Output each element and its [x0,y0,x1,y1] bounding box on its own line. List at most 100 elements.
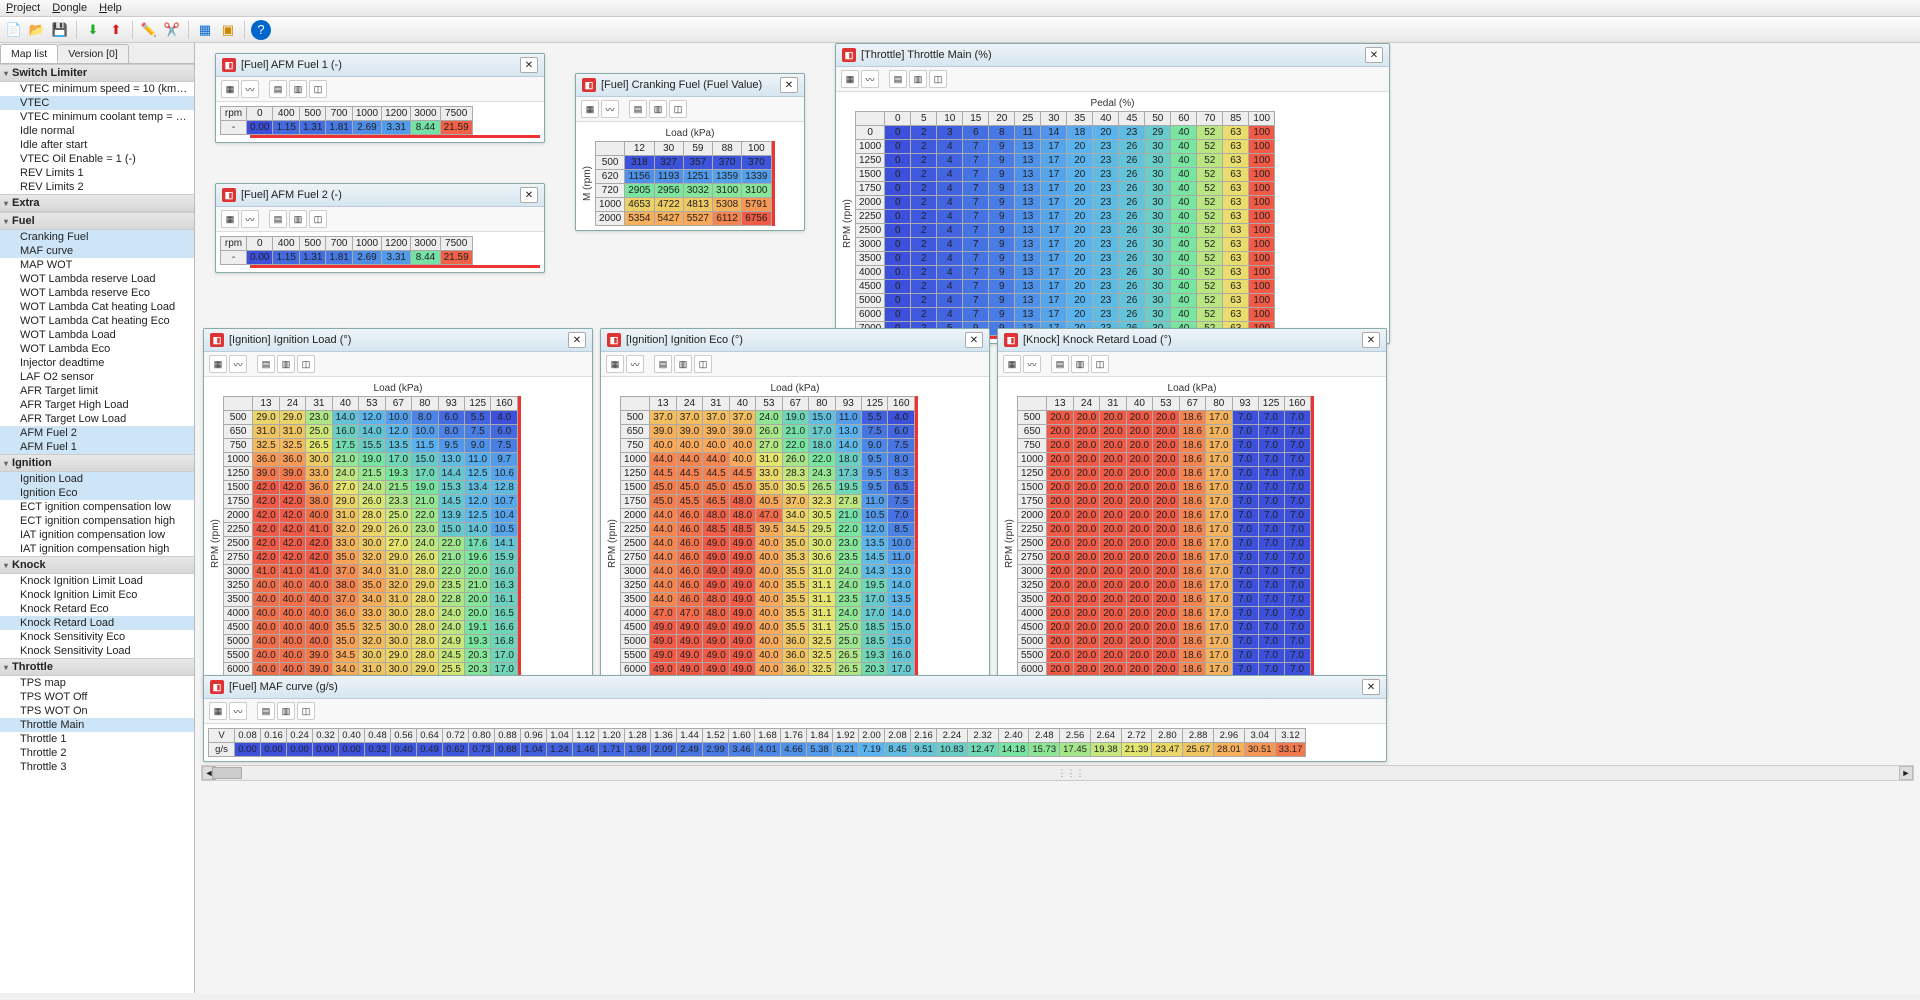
cell[interactable]: 15.0 [412,453,438,467]
cell[interactable]: 16.5 [491,607,517,621]
cell[interactable]: 40.0 [279,649,305,663]
cell[interactable]: 37.0 [729,411,755,425]
cell[interactable]: 7.0 [1284,523,1310,537]
grid-view-icon[interactable]: ▦ [209,702,227,720]
cell[interactable]: 9.5 [438,439,464,453]
cell[interactable]: 29.0 [385,551,411,565]
cell[interactable]: 33.0 [756,467,782,481]
cell[interactable]: 1.71 [599,743,625,757]
cell[interactable]: 33.0 [359,607,385,621]
cell[interactable]: 18.6 [1179,411,1205,425]
cell[interactable]: 40 [1171,238,1197,252]
cell[interactable]: 21.0 [412,495,438,509]
cell[interactable]: 18.6 [1179,635,1205,649]
cell[interactable]: 4 [937,224,963,238]
cell[interactable]: 30 [1145,252,1171,266]
cell[interactable]: 21.0 [438,551,464,565]
grid-view-icon[interactable]: ▦ [1003,355,1021,373]
cell[interactable]: 26.5 [306,439,332,453]
cell[interactable]: 10.7 [491,495,517,509]
sidebar-item[interactable]: WOT Lambda Cat heating Load [0,300,194,314]
cell[interactable]: 20.0 [1047,537,1073,551]
cell[interactable]: 7.0 [1258,411,1284,425]
cell[interactable]: 20.0 [1153,425,1179,439]
cell[interactable]: 8.3 [888,467,914,481]
cell[interactable]: 22.0 [412,509,438,523]
cell[interactable]: 13 [1015,294,1041,308]
cell[interactable]: 17 [1041,140,1067,154]
sidebar-item[interactable]: ECT ignition compensation low [0,500,194,514]
cell[interactable]: 40.0 [306,509,332,523]
sidebar-item[interactable]: AFR Target Low Load [0,412,194,426]
cell[interactable]: 26 [1119,294,1145,308]
cell[interactable]: 24.5 [438,649,464,663]
cell[interactable]: 40.0 [253,593,279,607]
data-grid[interactable]: rpm04005007001000120030007500-0.001.151.… [220,106,473,135]
cell[interactable]: 20.0 [1100,411,1126,425]
menu-help[interactable]: Help [99,2,122,14]
cell[interactable]: 19.3 [465,635,491,649]
tool5-icon[interactable]: ◫ [1091,355,1109,373]
cell[interactable]: 40.0 [306,621,332,635]
cell[interactable]: 23.5 [835,593,861,607]
cell[interactable]: 35.0 [332,635,358,649]
cell[interactable]: 63 [1223,280,1249,294]
cell[interactable]: 40.0 [729,453,755,467]
cell[interactable]: 20.0 [1073,635,1099,649]
cell[interactable]: 14.18 [998,743,1029,757]
graph-view-icon[interactable]: 〰 [241,210,259,228]
cell[interactable]: 17.6 [465,537,491,551]
cell[interactable]: 7.0 [1232,439,1258,453]
cell[interactable]: 100 [1249,266,1275,280]
cell[interactable]: 7.5 [465,425,491,439]
cell[interactable]: 20.0 [1047,453,1073,467]
cell[interactable]: 3100 [713,184,742,198]
cell[interactable]: 24.0 [438,607,464,621]
cell[interactable]: 7.0 [1258,593,1284,607]
cell[interactable]: 14.0 [332,411,358,425]
cell[interactable]: 17 [1041,196,1067,210]
cell[interactable]: 32.0 [359,551,385,565]
cell[interactable]: 33.17 [1275,743,1306,757]
cell[interactable]: 31.1 [809,607,835,621]
cell[interactable]: 20.0 [1047,411,1073,425]
cell[interactable]: 20.0 [1126,523,1152,537]
cell[interactable]: 30.0 [385,607,411,621]
cell[interactable]: 17.0 [491,649,517,663]
cell[interactable]: 0.73 [469,743,495,757]
cell[interactable]: 17.0 [1206,509,1232,523]
cell[interactable]: 49.0 [729,565,755,579]
cell[interactable]: 0 [885,140,911,154]
cell[interactable]: 12.5 [465,467,491,481]
cell[interactable]: 26 [1119,168,1145,182]
cell[interactable]: 4 [937,294,963,308]
cell[interactable]: 20 [1067,196,1093,210]
cell[interactable]: 5791 [742,198,771,212]
help-icon[interactable]: ? [251,20,271,40]
sidebar-item[interactable]: Cranking Fuel [0,230,194,244]
tool3-icon[interactable]: ▤ [1051,355,1069,373]
sidebar-item[interactable]: Knock Sensitivity Eco [0,630,194,644]
cell[interactable]: 7 [963,280,989,294]
cell[interactable]: 49.0 [703,579,729,593]
cell[interactable]: 2 [911,252,937,266]
sidebar-item[interactable]: TPS map [0,676,194,690]
cell[interactable]: 11.0 [888,551,914,565]
cell[interactable]: 6.0 [438,411,464,425]
sidebar-item[interactable]: LAF O2 sensor [0,370,194,384]
cell[interactable]: 42.0 [306,537,332,551]
cell[interactable]: 26.0 [385,523,411,537]
cell[interactable]: 20.0 [1047,607,1073,621]
grid-view-icon[interactable]: ▦ [221,80,239,98]
cell[interactable]: 40 [1171,224,1197,238]
cell[interactable]: 30.0 [809,537,835,551]
grid-view-icon[interactable]: ▦ [606,355,624,373]
cell[interactable]: 20.0 [1126,495,1152,509]
cell[interactable]: 7.5 [888,439,914,453]
cell[interactable]: 7 [963,224,989,238]
cell[interactable]: 21.0 [332,453,358,467]
cell[interactable]: 28.0 [359,509,385,523]
cell[interactable]: 40.0 [253,635,279,649]
edit-icon[interactable]: ✏️ [139,20,159,40]
cell[interactable]: 0.00 [235,743,261,757]
